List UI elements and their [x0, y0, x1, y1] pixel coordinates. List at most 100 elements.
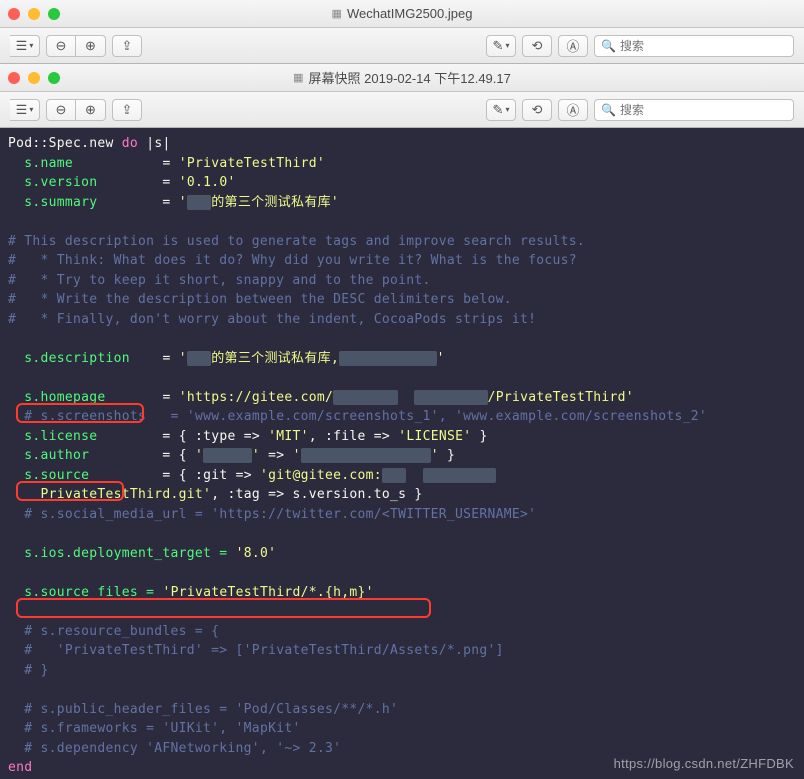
code-text: = — [162, 468, 170, 483]
search-icon: 🔍 — [601, 103, 616, 117]
share-button[interactable]: ⇪ — [112, 99, 142, 121]
markup-button[interactable]: Ⓐ — [558, 99, 588, 121]
code-text: } — [479, 429, 487, 444]
code-string: /PrivateTestThird' — [488, 390, 634, 405]
code-text: Pod::Spec.new — [8, 136, 114, 151]
share-button[interactable]: ⇪ — [112, 35, 142, 57]
code-text: => — [268, 448, 284, 463]
code-text: = — [162, 351, 170, 366]
code-string: 'PrivateTestThird/*.{h,m}' — [162, 585, 373, 600]
code-text: { :git => — [179, 468, 252, 483]
code-keyword: do — [122, 136, 138, 151]
rotate-button[interactable]: ⟲ — [522, 35, 552, 57]
zoom-in-icon: ⊕ — [85, 102, 96, 118]
code-property: s.name — [24, 156, 73, 171]
markup-button[interactable]: Ⓐ — [558, 35, 588, 57]
code-text: } — [447, 448, 455, 463]
window1-title: ▦ WechatIMG2500.jpeg — [332, 6, 473, 21]
code-comment: # * Write the description between the DE… — [8, 292, 512, 307]
zoom-in-button[interactable]: ⊕ — [76, 35, 106, 57]
code-property: s.source_files = — [24, 585, 154, 600]
code-property: s.homepage — [24, 390, 105, 405]
watermark: https://blog.csdn.net/ZHFDBK — [614, 754, 794, 774]
window1-toolbar: ☰▾ ⊖ ⊕ ⇪ ✎▾ ⟲ Ⓐ 🔍 — [0, 28, 804, 64]
window2-traffic-lights — [8, 72, 60, 84]
code-string: ' — [437, 351, 445, 366]
code-string: ' — [293, 448, 301, 463]
code-comment: # This description is used to generate t… — [8, 234, 585, 249]
code-text: , :file => — [309, 429, 390, 444]
code-string: 的第三个测试私有库' — [211, 195, 339, 210]
code-string: '8.0' — [236, 546, 277, 561]
search-icon: 🔍 — [601, 39, 616, 53]
code-keyword: end — [8, 760, 32, 775]
code-string: ' — [252, 448, 260, 463]
zoom-out-icon: ⊖ — [56, 38, 67, 54]
code-comment: # 'PrivateTestThird' => ['PrivateTestThi… — [24, 643, 503, 658]
zoom-out-button[interactable]: ⊖ — [46, 99, 76, 121]
maximize-button[interactable] — [48, 72, 60, 84]
sidebar-toggle-button[interactable]: ☰▾ — [10, 35, 40, 57]
code-editor: Pod::Spec.new do |s| s.name = 'PrivateTe… — [0, 128, 804, 779]
zoom-out-button[interactable]: ⊖ — [46, 35, 76, 57]
close-button[interactable] — [8, 72, 20, 84]
minimize-button[interactable] — [28, 8, 40, 20]
search-box[interactable]: 🔍 — [594, 35, 794, 57]
image-file-icon: ▦ — [293, 71, 303, 84]
search-input[interactable] — [620, 103, 787, 117]
pencil-button[interactable]: ✎▾ — [486, 99, 516, 121]
code-property: s.summary — [24, 195, 97, 210]
code-comment: = — [171, 409, 179, 424]
markup-icon: Ⓐ — [566, 36, 579, 55]
highlight-source-files — [16, 598, 431, 618]
code-comment: # } — [24, 663, 48, 678]
code-property: s.author — [24, 448, 89, 463]
code-string: ' — [179, 195, 187, 210]
rotate-button[interactable]: ⟲ — [522, 99, 552, 121]
zoom-in-icon: ⊕ — [85, 38, 96, 54]
search-box[interactable]: 🔍 — [594, 99, 794, 121]
code-string: PrivateTestThird.git' — [41, 487, 212, 502]
rotate-icon: ⟲ — [532, 38, 543, 54]
code-text: = — [162, 156, 170, 171]
code-text: , :tag => s.version.to_s } — [211, 487, 422, 502]
code-property: s.ios.deployment_target = — [24, 546, 227, 561]
code-comment: 'https://twitter.com/<TWITTER_USERNAME>' — [211, 507, 536, 522]
code-string: 的第三个测试私有库, — [211, 351, 339, 366]
share-icon: ⇪ — [122, 38, 133, 54]
code-text: = — [162, 195, 170, 210]
code-comment: # s.public_header_files = 'Pod/Classes/*… — [24, 702, 398, 717]
markup-icon: Ⓐ — [566, 100, 579, 119]
code-string: 'PrivateTestThird' — [179, 156, 325, 171]
rotate-icon: ⟲ — [532, 102, 543, 118]
code-property: s.source — [24, 468, 89, 483]
window2-title: ▦ 屏幕快照 2019-02-14 下午12.49.17 — [293, 68, 511, 87]
code-text: { :type => — [179, 429, 260, 444]
code-string: '0.1.0' — [179, 175, 236, 190]
window2-title-text: 屏幕快照 2019-02-14 下午12.49.17 — [309, 68, 511, 87]
window2-toolbar: ☰▾ ⊖ ⊕ ⇪ ✎▾ ⟲ Ⓐ 🔍 — [0, 92, 804, 128]
zoom-in-button[interactable]: ⊕ — [76, 99, 106, 121]
code-string: ' — [179, 351, 187, 366]
code-text: = — [162, 429, 170, 444]
code-string: ' — [431, 448, 439, 463]
image-file-icon: ▦ — [332, 7, 342, 20]
code-comment: # * Finally, don't worry about the inden… — [8, 312, 536, 327]
code-comment: # s.social_media_url = — [24, 507, 211, 522]
code-string: 'git@gitee.com: — [260, 468, 382, 483]
window1-titlebar: ▦ WechatIMG2500.jpeg — [0, 0, 804, 28]
zoom-out-icon: ⊖ — [56, 102, 67, 118]
code-text: |s| — [146, 136, 170, 151]
code-property: s.version — [24, 175, 97, 190]
pencil-icon: ✎ — [493, 102, 504, 118]
minimize-button[interactable] — [28, 72, 40, 84]
share-icon: ⇪ — [122, 102, 133, 118]
close-button[interactable] — [8, 8, 20, 20]
sidebar-toggle-button[interactable]: ☰▾ — [10, 99, 40, 121]
code-comment: 'www.example.com/screenshots_1', 'www.ex… — [187, 409, 707, 424]
code-comment: # s.screenshots — [24, 409, 146, 424]
search-input[interactable] — [620, 39, 787, 53]
pencil-button[interactable]: ✎▾ — [486, 35, 516, 57]
code-text: { — [179, 448, 187, 463]
maximize-button[interactable] — [48, 8, 60, 20]
